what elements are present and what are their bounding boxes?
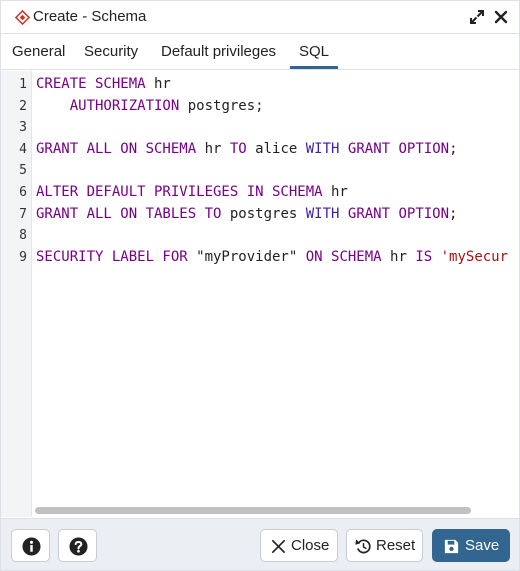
title-bar[interactable]: Create - Schema <box>1 1 519 34</box>
help-button[interactable] <box>58 529 97 562</box>
sql-keyword: ALTER DEFAULT PRIVILEGES IN SCHEMA <box>36 184 323 200</box>
expand-icon[interactable] <box>468 8 486 26</box>
line-number: 5 <box>19 163 27 179</box>
sql-text: ; <box>449 140 458 157</box>
line-number: 1 <box>19 77 27 92</box>
tab-security[interactable]: Security <box>84 35 138 69</box>
help-icon <box>69 537 88 556</box>
sql-keyword: SECURITY LABEL FOR <box>36 248 188 265</box>
sql-keyword: GRANT ALL ON SCHEMA <box>36 140 197 157</box>
sql-keyword: CREATE SCHEMA <box>36 76 146 92</box>
line-number: 7 <box>19 206 27 222</box>
create-schema-dialog: Create - Schema General Security Default… <box>0 0 520 571</box>
line-number: 6 <box>19 185 27 200</box>
sql-text: alice <box>246 140 306 157</box>
code-line: CREATE SCHEMA hr <box>36 74 171 96</box>
horizontal-scrollbar[interactable] <box>35 507 471 514</box>
sql-keyword: AUTHORIZATION <box>69 97 180 114</box>
sql-keyword: IS <box>415 248 433 265</box>
tab-default-privileges[interactable]: Default privileges <box>161 35 276 69</box>
tab-general[interactable]: General <box>12 35 65 69</box>
code-line: SECURITY LABEL FOR "myProvider" ON SCHEM… <box>36 247 508 269</box>
info-button[interactable] <box>11 529 50 562</box>
sql-text: postgres <box>221 205 306 222</box>
sql-keyword: ON SCHEMA <box>305 248 382 265</box>
sql-string: 'mySecur <box>440 248 509 265</box>
reset-label: Reset <box>376 537 416 554</box>
reset-icon <box>355 539 371 554</box>
sql-text: hr <box>381 248 416 265</box>
line-number: 8 <box>19 228 27 244</box>
close-label: Close <box>291 537 330 554</box>
sql-text: hr <box>322 184 348 200</box>
sql-text: ; <box>449 205 458 222</box>
schema-diamond-icon <box>15 10 30 25</box>
sql-text: hr <box>145 76 171 92</box>
sql-keyword: TO <box>229 140 247 157</box>
code-line: GRANT ALL ON SCHEMA hr TO alice WITH GRA… <box>36 139 458 161</box>
sql-keyword: GRANT OPTION <box>347 205 450 222</box>
line-number: 4 <box>19 141 27 157</box>
sql-editor[interactable]: 1 2 3 4 5 6 7 8 9 CREATE SCHEMA hr AUTHORIZATION… <box>1 71 519 517</box>
code-line: AUTHORIZATION postgres; <box>36 96 264 118</box>
close-x-icon <box>271 539 286 554</box>
dialog-footer: Close Reset Save <box>1 518 519 570</box>
sql-text: hr <box>196 140 230 157</box>
reset-button[interactable]: Reset <box>346 529 423 562</box>
line-number: 3 <box>19 120 27 136</box>
sql-keyword: GRANT OPTION <box>347 140 450 157</box>
code-line: GRANT ALL ON TABLES TO postgres WITH GRA… <box>36 204 457 226</box>
sql-text: "myProvider" <box>187 248 306 265</box>
close-button[interactable]: Close <box>260 529 338 562</box>
tab-sql[interactable]: SQL <box>290 35 338 69</box>
line-number-gutter: 1 2 3 4 5 6 7 8 9 <box>1 71 32 517</box>
sql-keyword: WITH <box>305 140 340 157</box>
save-icon <box>444 539 459 554</box>
sql-keyword: GRANT ALL ON TABLES TO <box>36 205 222 222</box>
line-number: 9 <box>19 249 27 265</box>
sql-code-area[interactable]: CREATE SCHEMA hr AUTHORIZATION postgres;… <box>36 71 519 501</box>
dialog-title: Create - Schema <box>33 8 147 25</box>
tab-bar: General Security Default privileges SQL <box>1 35 519 70</box>
sql-keyword: WITH <box>305 205 340 222</box>
code-line: ALTER DEFAULT PRIVILEGES IN SCHEMA hr <box>36 182 348 204</box>
info-icon <box>22 537 41 556</box>
sql-text: postgres; <box>179 97 264 114</box>
save-button[interactable]: Save <box>432 529 510 562</box>
save-label: Save <box>465 537 500 554</box>
close-icon[interactable] <box>492 8 510 26</box>
line-number: 2 <box>19 98 27 114</box>
